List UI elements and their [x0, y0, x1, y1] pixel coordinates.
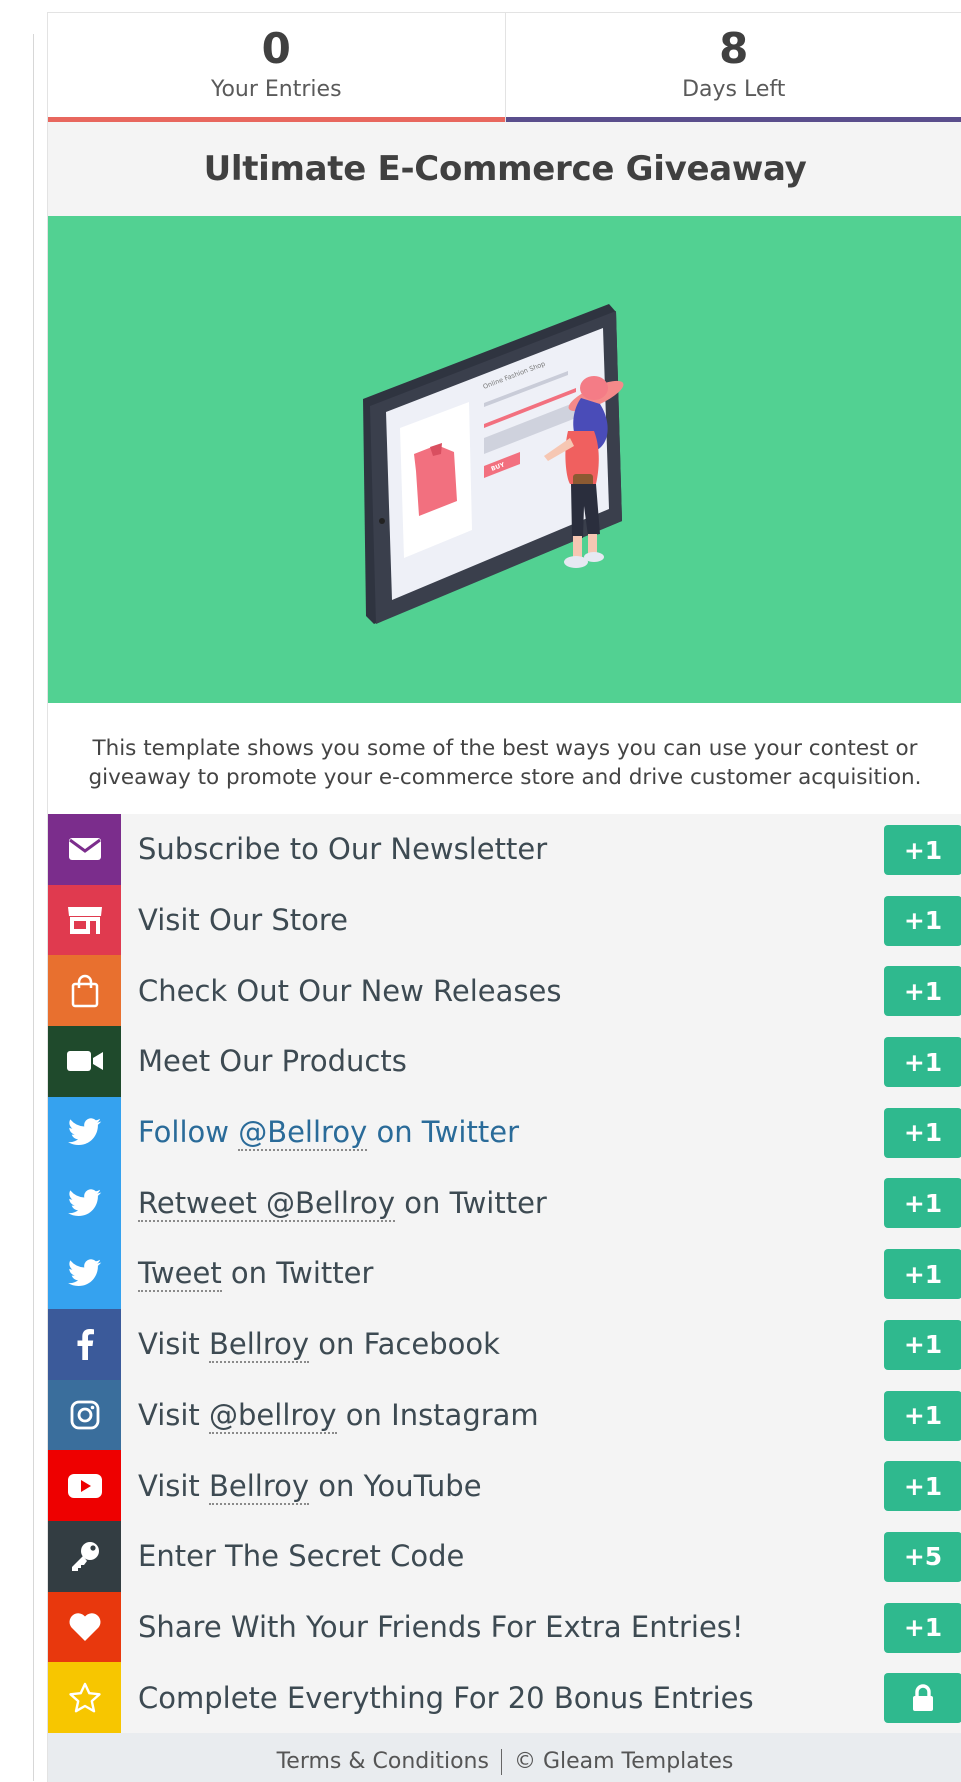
- entry-points-badge[interactable]: +1: [884, 896, 961, 946]
- envelope-icon: [48, 814, 121, 885]
- terms-link[interactable]: Terms & Conditions: [277, 1749, 489, 1774]
- footer-credit: © Gleam Templates: [514, 1749, 733, 1774]
- entry-method-row[interactable]: Share With Your Friends For Extra Entrie…: [48, 1592, 961, 1663]
- campaign-description: This template shows you some of the best…: [48, 703, 961, 814]
- entry-label-suffix: on Twitter: [222, 1256, 374, 1290]
- entry-label-suffix: on Facebook: [309, 1327, 500, 1361]
- entry-method-row[interactable]: Enter The Secret Code +5: [48, 1521, 961, 1592]
- entry-method-row[interactable]: Subscribe to Our Newsletter +1: [48, 814, 961, 885]
- giveaway-widget: 0 Your Entries 8 Days Left Ultimate E-Co…: [47, 12, 961, 1782]
- entries-label: Your Entries: [211, 77, 342, 102]
- entry-label-link[interactable]: Bellroy: [209, 1469, 309, 1505]
- entry-method-label: Meet Our Products: [121, 1044, 961, 1078]
- entry-points-badge[interactable]: +1: [884, 1037, 961, 1087]
- entry-label-link[interactable]: @Bellroy: [238, 1115, 367, 1151]
- footer-separator: [501, 1749, 502, 1775]
- video-camera-icon: [48, 1026, 121, 1097]
- entry-points-badge[interactable]: +1: [884, 825, 961, 875]
- hero-illustration: Online Fashion Shop BUY: [48, 216, 961, 703]
- instagram-icon: [48, 1380, 121, 1451]
- entry-label-text: Visit: [138, 1327, 209, 1361]
- shopping-bag-icon: [48, 955, 121, 1026]
- entry-method-row[interactable]: Tweet on Twitter+1: [48, 1238, 961, 1309]
- entry-method-row[interactable]: Visit Our Store +1: [48, 885, 961, 956]
- entry-method-label: Enter The Secret Code: [121, 1539, 961, 1573]
- lock-icon[interactable]: [884, 1673, 961, 1723]
- entry-method-row[interactable]: Complete Everything For 20 Bonus Entries: [48, 1662, 961, 1733]
- entry-label-text: Complete Everything For 20 Bonus Entries: [138, 1681, 754, 1715]
- entry-method-row[interactable]: Retweet @Bellroy on Twitter+1: [48, 1167, 961, 1238]
- heart-icon: [48, 1592, 121, 1663]
- twitter-icon: [48, 1097, 121, 1168]
- days-label: Days Left: [682, 77, 785, 102]
- entry-label-text: Visit Our Store: [138, 903, 348, 937]
- entries-accent-bar: [48, 117, 505, 122]
- entry-label-link[interactable]: Bellroy: [209, 1327, 309, 1363]
- entry-label-link[interactable]: Tweet: [138, 1256, 222, 1292]
- entry-points-badge[interactable]: +1: [884, 1461, 961, 1511]
- entry-points-badge[interactable]: +1: [884, 1320, 961, 1370]
- shopper-tablet-illustration: Online Fashion Shop BUY: [48, 216, 961, 703]
- entry-label-suffix: on Instagram: [337, 1398, 539, 1432]
- page-left-rule: [33, 34, 34, 1781]
- stats-header: 0 Your Entries 8 Days Left: [48, 13, 961, 122]
- entry-label-text: Enter The Secret Code: [138, 1539, 464, 1573]
- entry-method-label: Subscribe to Our Newsletter: [121, 832, 961, 866]
- entry-method-label: Follow @Bellroy on Twitter: [121, 1115, 961, 1149]
- entry-method-label: Share With Your Friends For Extra Entrie…: [121, 1610, 961, 1644]
- youtube-icon: [48, 1450, 121, 1521]
- entry-points-badge[interactable]: +1: [884, 1108, 961, 1158]
- entry-label-text: Meet Our Products: [138, 1044, 407, 1078]
- entry-points-badge[interactable]: +1: [884, 966, 961, 1016]
- entry-method-label: Tweet on Twitter: [121, 1256, 961, 1290]
- store-icon: [48, 885, 121, 956]
- entry-method-row[interactable]: Meet Our Products +1: [48, 1026, 961, 1097]
- entry-label-text: Share With Your Friends For Extra Entrie…: [138, 1610, 744, 1644]
- entry-method-label: Retweet @Bellroy on Twitter: [121, 1186, 961, 1220]
- days-left-stat: 8 Days Left: [505, 13, 961, 122]
- entry-label-text: Follow: [138, 1115, 238, 1149]
- entry-label-link[interactable]: @bellroy: [209, 1398, 337, 1434]
- entry-method-label: Visit Bellroy on YouTube: [121, 1469, 961, 1503]
- entry-method-row[interactable]: Check Out Our New Releases +1: [48, 955, 961, 1026]
- entry-method-row[interactable]: Visit Bellroy on YouTube+1: [48, 1450, 961, 1521]
- entry-label-text: Subscribe to Our Newsletter: [138, 832, 547, 866]
- key-icon: [48, 1521, 121, 1592]
- twitter-icon: [48, 1238, 121, 1309]
- entry-label-suffix: on Twitter: [395, 1186, 547, 1220]
- entry-label-suffix: on Twitter: [367, 1115, 519, 1149]
- entry-method-label: Visit @bellroy on Instagram: [121, 1398, 961, 1432]
- entry-label-text: Visit: [138, 1469, 209, 1503]
- widget-footer: Terms & Conditions © Gleam Templates: [48, 1733, 961, 1782]
- entries-count: 0: [262, 25, 291, 73]
- entry-method-row[interactable]: Visit @bellroy on Instagram+1: [48, 1380, 961, 1451]
- entry-label-link[interactable]: Retweet @Bellroy: [138, 1186, 395, 1222]
- entry-method-label: Complete Everything For 20 Bonus Entries: [121, 1681, 961, 1715]
- entry-method-label: Check Out Our New Releases: [121, 974, 961, 1008]
- entry-label-text: Visit: [138, 1398, 209, 1432]
- campaign-title-band: Ultimate E-Commerce Giveaway: [48, 122, 961, 216]
- facebook-icon: [48, 1309, 121, 1380]
- days-accent-bar: [506, 117, 961, 122]
- entry-method-label: Visit Bellroy on Facebook: [121, 1327, 961, 1361]
- entry-method-row[interactable]: Follow @Bellroy on Twitter+1: [48, 1097, 961, 1168]
- entry-label-suffix: on YouTube: [309, 1469, 482, 1503]
- entry-points-badge[interactable]: +5: [884, 1532, 961, 1582]
- entry-method-row[interactable]: Visit Bellroy on Facebook+1: [48, 1309, 961, 1380]
- entry-methods-list: Subscribe to Our Newsletter+1Visit Our S…: [48, 814, 961, 1733]
- entry-label-text: Check Out Our New Releases: [138, 974, 561, 1008]
- entry-points-badge[interactable]: +1: [884, 1603, 961, 1653]
- twitter-icon: [48, 1167, 121, 1238]
- entry-points-badge[interactable]: +1: [884, 1178, 961, 1228]
- star-icon: [48, 1662, 121, 1733]
- entry-points-badge[interactable]: +1: [884, 1391, 961, 1441]
- campaign-title: Ultimate E-Commerce Giveaway: [204, 149, 807, 189]
- days-count: 8: [719, 25, 748, 73]
- entry-points-badge[interactable]: +1: [884, 1249, 961, 1299]
- entry-method-label: Visit Our Store: [121, 903, 961, 937]
- your-entries-stat: 0 Your Entries: [48, 13, 505, 122]
